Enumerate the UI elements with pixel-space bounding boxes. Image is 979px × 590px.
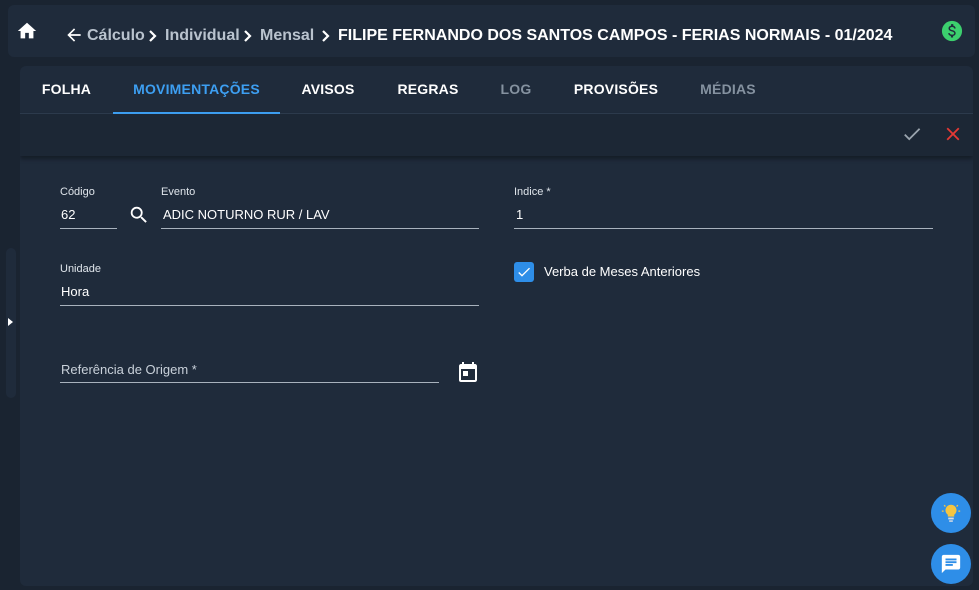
lightbulb-icon — [941, 504, 961, 522]
side-panel-toggle[interactable] — [6, 248, 16, 398]
chevron-right-icon — [322, 30, 330, 42]
breadcrumb-individual[interactable]: Individual — [165, 27, 240, 45]
tab-folha[interactable]: FOLHA — [20, 66, 113, 114]
check-icon[interactable] — [901, 123, 923, 145]
verba-meses-anteriores-label[interactable]: Verba de Meses Anteriores — [544, 264, 700, 279]
referencia-origem-input[interactable]: Referência de Origem * — [61, 362, 197, 377]
evento-underline — [161, 228, 479, 229]
referencia-origem-underline — [60, 382, 439, 383]
close-icon[interactable] — [942, 123, 964, 145]
tab-avisos[interactable]: AVISOS — [280, 66, 376, 114]
calendar-icon[interactable] — [456, 360, 480, 384]
search-icon[interactable] — [128, 204, 150, 226]
indice-underline — [514, 228, 933, 229]
checkmark-icon — [518, 267, 530, 277]
back-arrow-icon[interactable] — [64, 25, 84, 45]
unidade-input[interactable]: Hora — [61, 284, 89, 299]
indice-label: Indice * — [514, 186, 551, 198]
top-bar: Cálculo Individual Mensal FILIPE FERNAND… — [8, 5, 975, 57]
indice-input[interactable]: 1 — [516, 207, 523, 222]
chat-icon — [941, 554, 961, 574]
tab-bar: FOLHA MOVIMENTAÇÕES AVISOS REGRAS LOG PR… — [20, 66, 973, 114]
page-title: FILIPE FERNANDO DOS SANTOS CAMPOS - FERI… — [338, 27, 893, 44]
money-icon[interactable] — [941, 20, 963, 42]
evento-input[interactable]: ADIC NOTURNO RUR / LAV — [163, 207, 330, 222]
evento-label: Evento — [161, 186, 196, 198]
codigo-underline — [60, 228, 117, 229]
codigo-label: Código — [60, 186, 95, 198]
tips-button[interactable] — [931, 493, 971, 533]
action-toolbar — [20, 114, 973, 156]
breadcrumb-calculo[interactable]: Cálculo — [87, 27, 145, 45]
main-card: FOLHA MOVIMENTAÇÕES AVISOS REGRAS LOG PR… — [20, 66, 973, 586]
breadcrumb-mensal[interactable]: Mensal — [260, 27, 314, 45]
home-icon[interactable] — [16, 20, 38, 42]
verba-meses-anteriores-checkbox[interactable] — [514, 262, 534, 282]
chevron-right-icon — [149, 30, 157, 42]
tab-regras[interactable]: REGRAS — [376, 66, 480, 114]
chevron-right-icon — [244, 30, 252, 42]
unidade-label: Unidade — [60, 263, 101, 275]
tab-medias[interactable]: MÉDIAS — [680, 66, 776, 114]
chat-button[interactable] — [931, 544, 971, 584]
codigo-input[interactable]: 62 — [61, 207, 75, 222]
unidade-underline — [60, 305, 479, 306]
tab-provisoes[interactable]: PROVISÕES — [552, 66, 680, 114]
tab-log[interactable]: LOG — [480, 66, 552, 114]
tab-movimentacoes[interactable]: MOVIMENTAÇÕES — [113, 66, 280, 114]
expand-arrow-icon — [8, 318, 13, 326]
